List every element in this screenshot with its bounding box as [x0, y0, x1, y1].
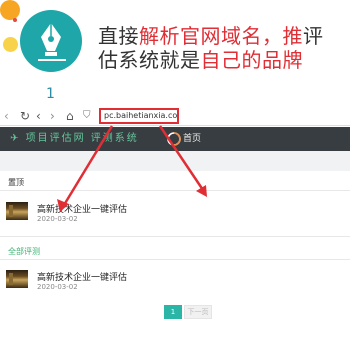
screenshot: 1 直接解析官网域名，推评 估系统就是自己的品牌 ‹ ↻ ‹ › ⌂ ⛉ pc.…: [0, 0, 350, 350]
annotation-arrows: [57, 125, 207, 212]
